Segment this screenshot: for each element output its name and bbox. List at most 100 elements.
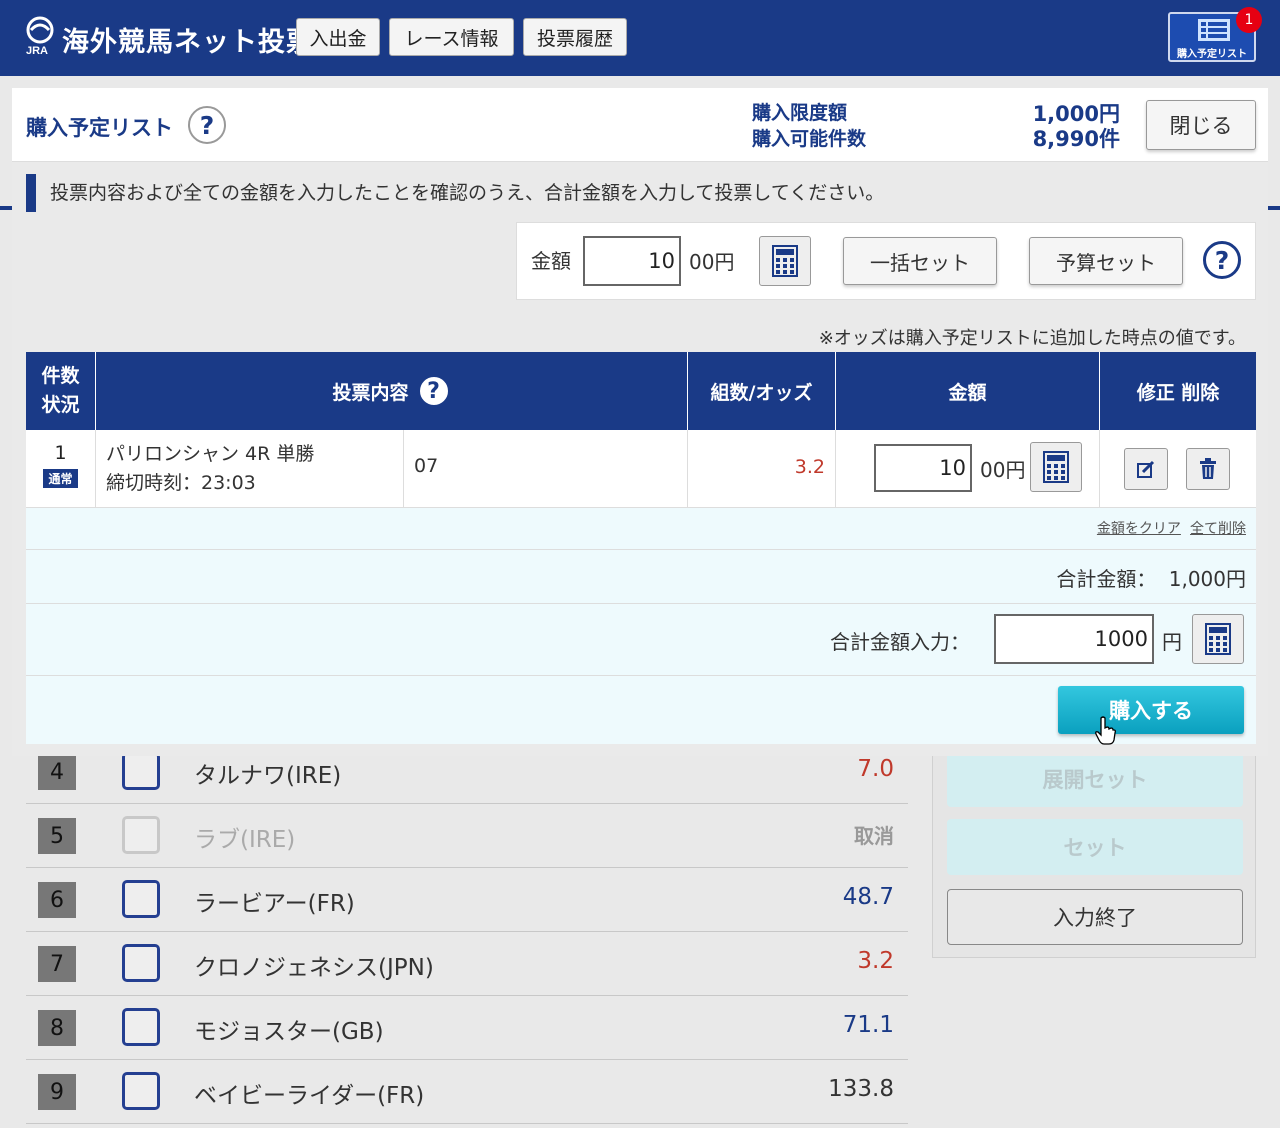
runner-odds: 3.2 xyxy=(857,948,894,974)
runner-row: 5 ラブ(IRE) 取消 xyxy=(26,804,908,868)
purchase-list-count-badge: 1 xyxy=(1236,7,1262,33)
nav-deposit-button[interactable]: 入出金 xyxy=(296,18,380,56)
actions-cell xyxy=(1100,430,1256,508)
total-value: 1,000円 xyxy=(1168,567,1246,591)
close-button[interactable]: 閉じる xyxy=(1146,100,1256,150)
runner-row: 8 モジョスター(GB) 71.1 xyxy=(26,996,908,1060)
buy-button[interactable]: 購入する xyxy=(1058,686,1244,734)
runner-checkbox[interactable] xyxy=(122,752,160,790)
top-header: JRA 海外競馬ネット投票 入出金 レース情報 投票履歴 購入予定リスト 1 xyxy=(0,0,1280,76)
runner-row: 6 ラービアー(FR) 48.7 xyxy=(26,868,908,932)
budget-set-button[interactable]: 予算セット xyxy=(1029,237,1183,285)
nav-race-info-button[interactable]: レース情報 xyxy=(389,18,514,56)
row-amount-unit: 00円 xyxy=(980,458,1026,482)
row-amount-input[interactable]: 10 xyxy=(874,444,972,492)
odds-note: ※オッズは購入予定リストに追加した時点の値です。 xyxy=(818,328,1246,349)
odds-value: 3.2 xyxy=(794,456,825,478)
runner-checkbox xyxy=(122,816,160,854)
total-input-label: 合計金額入力： xyxy=(830,630,970,654)
col-amount: 金額 xyxy=(836,352,1100,430)
runner-checkbox[interactable] xyxy=(122,1008,160,1046)
set-button: セット xyxy=(947,819,1243,875)
svg-text:JRA: JRA xyxy=(26,45,48,56)
limit-count-value: 8,990件 xyxy=(1032,127,1120,151)
calculator-icon[interactable] xyxy=(759,236,811,286)
limit-count-label: 購入可能件数 xyxy=(752,128,867,150)
runner-odds: 取消 xyxy=(854,824,894,848)
purchase-list-modal: 購入予定リスト ? 購入限度額 購入可能件数 1,000円 8,990件 閉じる… xyxy=(12,88,1268,756)
finish-input-button[interactable]: 入力終了 xyxy=(947,889,1243,945)
bulk-set-button[interactable]: 一括セット xyxy=(843,237,997,285)
total-row: 合計金額： 1,000円 xyxy=(26,550,1256,604)
edit-icon[interactable] xyxy=(1124,448,1168,490)
hand-cursor-icon xyxy=(1095,716,1116,745)
notice-text: 投票内容および全ての金額を入力したことを確認のうえ、合計金額を入力して投票してく… xyxy=(50,182,885,204)
selection-value: 07 xyxy=(414,455,439,477)
help-icon[interactable]: ? xyxy=(416,374,451,408)
runner-name: モジョスター(GB) xyxy=(194,1019,384,1045)
delete-all-link[interactable]: 全て削除 xyxy=(1190,521,1246,537)
purchase-list-label: 購入予定リスト xyxy=(1177,49,1247,60)
runner-name: タルナワ(IRE) xyxy=(194,763,342,789)
runner-number: 9 xyxy=(38,1074,76,1110)
runner-number: 5 xyxy=(38,818,76,854)
amount-label: 金額 xyxy=(531,249,571,273)
race-description: パリロンシャン 4R 単勝 xyxy=(106,443,315,465)
total-input-row: 合計金額入力： 1000 円 xyxy=(26,604,1256,676)
runner-odds: 133.8 xyxy=(828,1076,894,1102)
runner-row: 7 クロノジェネシス(JPN) 3.2 xyxy=(26,932,908,996)
row-index-cell: 1 通常 xyxy=(26,430,96,508)
calculator-glyph-icon xyxy=(1043,451,1069,483)
clear-amount-link[interactable]: 金額をクリア xyxy=(1097,521,1181,537)
jra-logo-icon: JRA xyxy=(26,16,54,56)
delete-icon[interactable] xyxy=(1186,448,1230,490)
col-content: 投票内容 ? xyxy=(96,352,688,430)
status-badge: 通常 xyxy=(43,469,78,488)
calculator-icon[interactable] xyxy=(1192,614,1244,664)
runner-checkbox[interactable] xyxy=(122,1072,160,1110)
amount-entry-panel: 金額 10 00円 一括セット 予算セット ? xyxy=(516,222,1256,300)
amount-input[interactable]: 10 xyxy=(583,236,681,286)
total-label: 合計金額： xyxy=(1056,567,1157,591)
runner-name: ラブ(IRE) xyxy=(194,827,296,853)
runner-number: 8 xyxy=(38,1010,76,1046)
app-title: 海外競馬ネット投票 xyxy=(62,27,314,58)
expand-set-button: 展開セット xyxy=(947,751,1243,807)
runner-name: ベイビーライダー(FR) xyxy=(194,1083,425,1109)
runner-number: 7 xyxy=(38,946,76,982)
help-icon[interactable]: ? xyxy=(1203,241,1241,279)
runner-checkbox[interactable] xyxy=(122,944,160,982)
nav-history-button[interactable]: 投票履歴 xyxy=(523,18,627,56)
amount-cell: 10 00円 xyxy=(836,430,1100,508)
col-count-label: 件数 xyxy=(41,365,80,387)
runner-odds: 7.0 xyxy=(857,756,894,782)
modal-header: 購入予定リスト ? 購入限度額 購入可能件数 1,000円 8,990件 閉じる xyxy=(12,88,1268,162)
pencil-icon xyxy=(1137,460,1155,478)
calculator-icon[interactable] xyxy=(1030,442,1082,492)
modal-title: 購入予定リスト xyxy=(26,116,173,140)
total-input-unit: 円 xyxy=(1162,630,1182,654)
col-content-label: 投票内容 xyxy=(332,381,409,404)
odds-cell: 3.2 xyxy=(688,430,836,508)
calculator-glyph-icon xyxy=(772,245,798,277)
col-count-status: 件数 状況 xyxy=(26,352,96,430)
deadline-time: 締切時刻：23:03 xyxy=(106,472,256,494)
runner-number: 4 xyxy=(38,754,76,790)
runner-name: ラービアー(FR) xyxy=(194,891,355,917)
race-cell: パリロンシャン 4R 単勝 締切時刻：23:03 xyxy=(96,430,404,508)
total-amount-input[interactable]: 1000 xyxy=(994,614,1154,664)
table-row: 1 通常 パリロンシャン 4R 単勝 締切時刻：23:03 07 3.2 10 … xyxy=(26,430,1256,508)
list-icon xyxy=(1198,19,1230,41)
help-icon[interactable]: ? xyxy=(188,106,226,144)
col-status-label: 状況 xyxy=(41,394,80,416)
col-edit-delete: 修正 削除 xyxy=(1136,381,1220,404)
runner-checkbox[interactable] xyxy=(122,880,160,918)
runner-row: 9 ベイビーライダー(FR) 133.8 xyxy=(26,1060,908,1124)
trash-icon xyxy=(1200,458,1216,479)
runner-number: 6 xyxy=(38,882,76,918)
amount-unit: 00円 xyxy=(689,250,735,274)
runner-name: クロノジェネシス(JPN) xyxy=(194,955,434,981)
col-odds: 組数/オッズ xyxy=(688,352,836,430)
limit-amount-label: 購入限度額 xyxy=(752,102,848,124)
runner-odds: 48.7 xyxy=(842,884,894,910)
